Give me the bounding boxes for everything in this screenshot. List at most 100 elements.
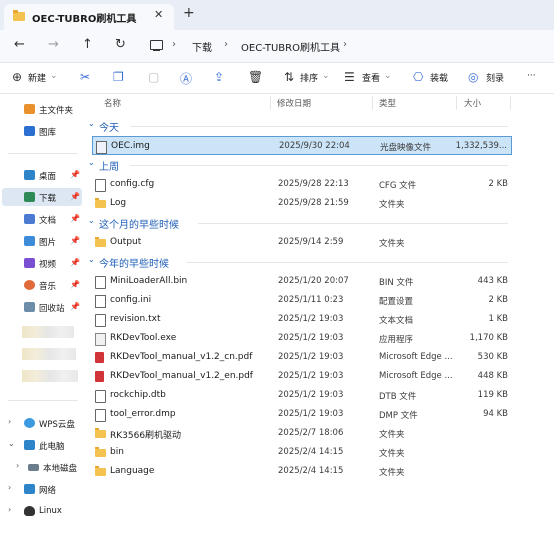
column-header-date[interactable]: 修改日期 bbox=[277, 97, 311, 109]
sidebar-item-desktop[interactable]: 桌面 📌 bbox=[0, 166, 84, 184]
file-type: CFG 文件 bbox=[379, 181, 417, 191]
tab-title: OEC-TUBRO刷机工具 bbox=[32, 14, 137, 25]
sidebar-item-label: 下载 bbox=[39, 194, 57, 204]
blurred-pinned-item[interactable] bbox=[22, 326, 74, 338]
sidebar-item-music[interactable]: 音乐 📌 bbox=[0, 276, 84, 294]
rename-icon[interactable]: Ⓐ bbox=[180, 70, 192, 87]
sidebar-item-label: 回收站 bbox=[39, 304, 65, 314]
chevron-down-icon[interactable]: ⌄ bbox=[88, 119, 95, 128]
paste-icon[interactable]: ▢ bbox=[148, 70, 159, 84]
chevron-down-icon[interactable]: ⌄ bbox=[8, 439, 15, 448]
more-options-button[interactable]: ··· bbox=[527, 71, 536, 81]
file-row-config-ini[interactable]: config.ini 2025/1/11 0:23 配置设置 2 KB bbox=[92, 291, 512, 310]
sort-button[interactable]: 排序 bbox=[300, 71, 318, 84]
sidebar-item-network[interactable]: › 网络 bbox=[0, 480, 84, 498]
column-header-size[interactable]: 大小 bbox=[464, 97, 481, 109]
back-button[interactable]: ← bbox=[14, 37, 25, 52]
pin-icon[interactable]: 📌 bbox=[70, 258, 80, 267]
delete-icon[interactable]: 🗑 bbox=[248, 70, 263, 84]
copy-icon[interactable]: ❐ bbox=[113, 70, 124, 84]
chevron-right-icon[interactable]: › bbox=[16, 461, 19, 470]
chevron-down-icon[interactable]: ⌄ bbox=[88, 158, 95, 167]
download-icon bbox=[24, 192, 35, 202]
pin-icon[interactable]: 📌 bbox=[70, 280, 80, 289]
sort-dropdown-icon[interactable]: ⌄ bbox=[322, 71, 330, 81]
sidebar-item-documents[interactable]: 文档 📌 bbox=[0, 210, 84, 228]
group-header-today[interactable]: ⌄ 今天 bbox=[86, 117, 511, 135]
pin-icon[interactable]: 📌 bbox=[70, 214, 80, 223]
file-row-tool-error-dmp[interactable]: tool_error.dmp 2025/1/2 19:03 DMP 文件 94 … bbox=[92, 405, 512, 424]
sidebar-item-videos[interactable]: 视频 📌 bbox=[0, 254, 84, 272]
file-row-language[interactable]: Language 2025/2/4 14:15 文件夹 bbox=[92, 462, 512, 481]
documents-icon bbox=[24, 214, 35, 224]
file-date: 2025/9/14 2:59 bbox=[278, 237, 344, 247]
new-tab-button[interactable]: + bbox=[183, 5, 195, 21]
file-row-rk3566-driver[interactable]: RK3566刷机驱动 2025/2/7 18:06 文件夹 bbox=[92, 424, 512, 443]
column-header-type[interactable]: 类型 bbox=[379, 97, 396, 109]
file-row-log[interactable]: Log 2025/9/28 21:59 文件夹 bbox=[92, 194, 512, 213]
file-row-manual-en-pdf[interactable]: RKDevTool_manual_v1.2_en.pdf 2025/1/2 19… bbox=[92, 367, 512, 386]
sidebar-item-home[interactable]: 主文件夹 bbox=[0, 100, 84, 118]
sidebar-item-wps-cloud[interactable]: › WPS云盘 bbox=[0, 414, 84, 432]
pin-icon[interactable]: 📌 bbox=[70, 192, 80, 201]
sidebar-item-local-disk[interactable]: › 本地磁盘 bbox=[0, 458, 84, 476]
column-divider[interactable] bbox=[372, 96, 373, 110]
this-pc-icon[interactable] bbox=[150, 40, 163, 52]
file-row-rkdevtool-exe[interactable]: RKDevTool.exe 2025/1/2 19:03 应用程序 1,170 … bbox=[92, 329, 512, 348]
column-divider[interactable] bbox=[456, 96, 457, 110]
sidebar-item-linux[interactable]: › Linux bbox=[0, 502, 84, 520]
pin-icon[interactable]: 📌 bbox=[70, 302, 80, 311]
burn-button[interactable]: 刻录 bbox=[486, 71, 504, 84]
tab-active[interactable]: OEC-TUBRO刷机工具 ✕ bbox=[4, 4, 174, 30]
mount-button[interactable]: 装载 bbox=[430, 71, 448, 84]
sidebar-item-this-pc[interactable]: ⌄ 此电脑 bbox=[0, 436, 84, 454]
up-button[interactable]: ↑ bbox=[82, 37, 93, 52]
new-button[interactable]: 新建 bbox=[28, 71, 46, 84]
breadcrumb-current-folder[interactable]: OEC-TUBRO刷机工具 bbox=[241, 39, 340, 54]
file-row-config-cfg[interactable]: config.cfg 2025/9/28 22:13 CFG 文件 2 KB bbox=[92, 175, 512, 194]
group-header-earlier-this-year[interactable]: ⌄ 今年的早些时候 bbox=[86, 253, 511, 271]
sidebar-item-gallery[interactable]: 图库 bbox=[0, 122, 84, 140]
file-type: 文件夹 bbox=[379, 468, 405, 478]
group-header-last-week[interactable]: ⌄ 上周 bbox=[86, 156, 511, 174]
view-button[interactable]: 查看 bbox=[362, 71, 380, 84]
file-row-revision-txt[interactable]: revision.txt 2025/1/2 19:03 文本文档 1 KB bbox=[92, 310, 512, 329]
chevron-down-icon[interactable]: ⌄ bbox=[88, 216, 95, 225]
pin-icon[interactable]: 📌 bbox=[70, 236, 80, 245]
forward-button[interactable]: → bbox=[48, 37, 59, 52]
sidebar-item-recycle-bin[interactable]: 回收站 📌 bbox=[0, 298, 84, 316]
chevron-right-icon[interactable]: › bbox=[8, 505, 11, 514]
chevron-right-icon[interactable]: › bbox=[8, 417, 11, 426]
refresh-button[interactable]: ↻ bbox=[115, 37, 126, 52]
sidebar-item-downloads[interactable]: 下载 📌 bbox=[2, 188, 82, 206]
sidebar-item-pictures[interactable]: 图片 📌 bbox=[0, 232, 84, 250]
file-row-oec-img[interactable]: OEC.img 2025/9/30 22:04 光盘映像文件 1,332,539… bbox=[92, 136, 512, 155]
file-type: 文件夹 bbox=[379, 200, 405, 210]
chevron-down-icon[interactable]: ⌄ bbox=[88, 255, 95, 264]
column-divider[interactable] bbox=[510, 96, 511, 110]
blurred-pinned-item[interactable] bbox=[22, 348, 76, 360]
column-header-name[interactable]: 名称 bbox=[104, 97, 121, 109]
file-date: 2025/1/20 20:07 bbox=[278, 276, 349, 286]
column-divider[interactable] bbox=[270, 96, 271, 110]
new-dropdown-icon[interactable]: ⌄ bbox=[50, 71, 58, 81]
application-icon bbox=[95, 333, 106, 346]
file-type: 配置设置 bbox=[379, 297, 414, 307]
breadcrumb-separator[interactable]: › bbox=[343, 39, 347, 50]
cut-icon[interactable]: ✂ bbox=[80, 70, 90, 84]
group-header-earlier-this-month[interactable]: ⌄ 这个月的早些时候 bbox=[86, 214, 511, 232]
file-row-miniloaderall-bin[interactable]: MiniLoaderAll.bin 2025/1/20 20:07 BIN 文件… bbox=[92, 272, 512, 291]
pin-icon[interactable]: 📌 bbox=[70, 170, 80, 179]
tab-close-button[interactable]: ✕ bbox=[154, 8, 163, 21]
file-row-output[interactable]: Output 2025/9/14 2:59 文件夹 bbox=[92, 233, 512, 252]
view-dropdown-icon[interactable]: ⌄ bbox=[384, 71, 392, 81]
breadcrumb-downloads[interactable]: 下载 bbox=[192, 39, 212, 54]
file-size: 2 KB bbox=[488, 179, 508, 189]
desktop-icon bbox=[24, 170, 35, 180]
file-row-bin[interactable]: bin 2025/2/4 14:15 文件夹 bbox=[92, 443, 512, 462]
blurred-pinned-item[interactable] bbox=[22, 370, 78, 382]
file-row-rockchip-dtb[interactable]: rockchip.dtb 2025/1/2 19:03 DTB 文件 119 K… bbox=[92, 386, 512, 405]
chevron-right-icon[interactable]: › bbox=[8, 483, 11, 492]
share-icon[interactable]: ⇪ bbox=[214, 70, 224, 84]
file-row-manual-cn-pdf[interactable]: RKDevTool_manual_v1.2_cn.pdf 2025/1/2 19… bbox=[92, 348, 512, 367]
